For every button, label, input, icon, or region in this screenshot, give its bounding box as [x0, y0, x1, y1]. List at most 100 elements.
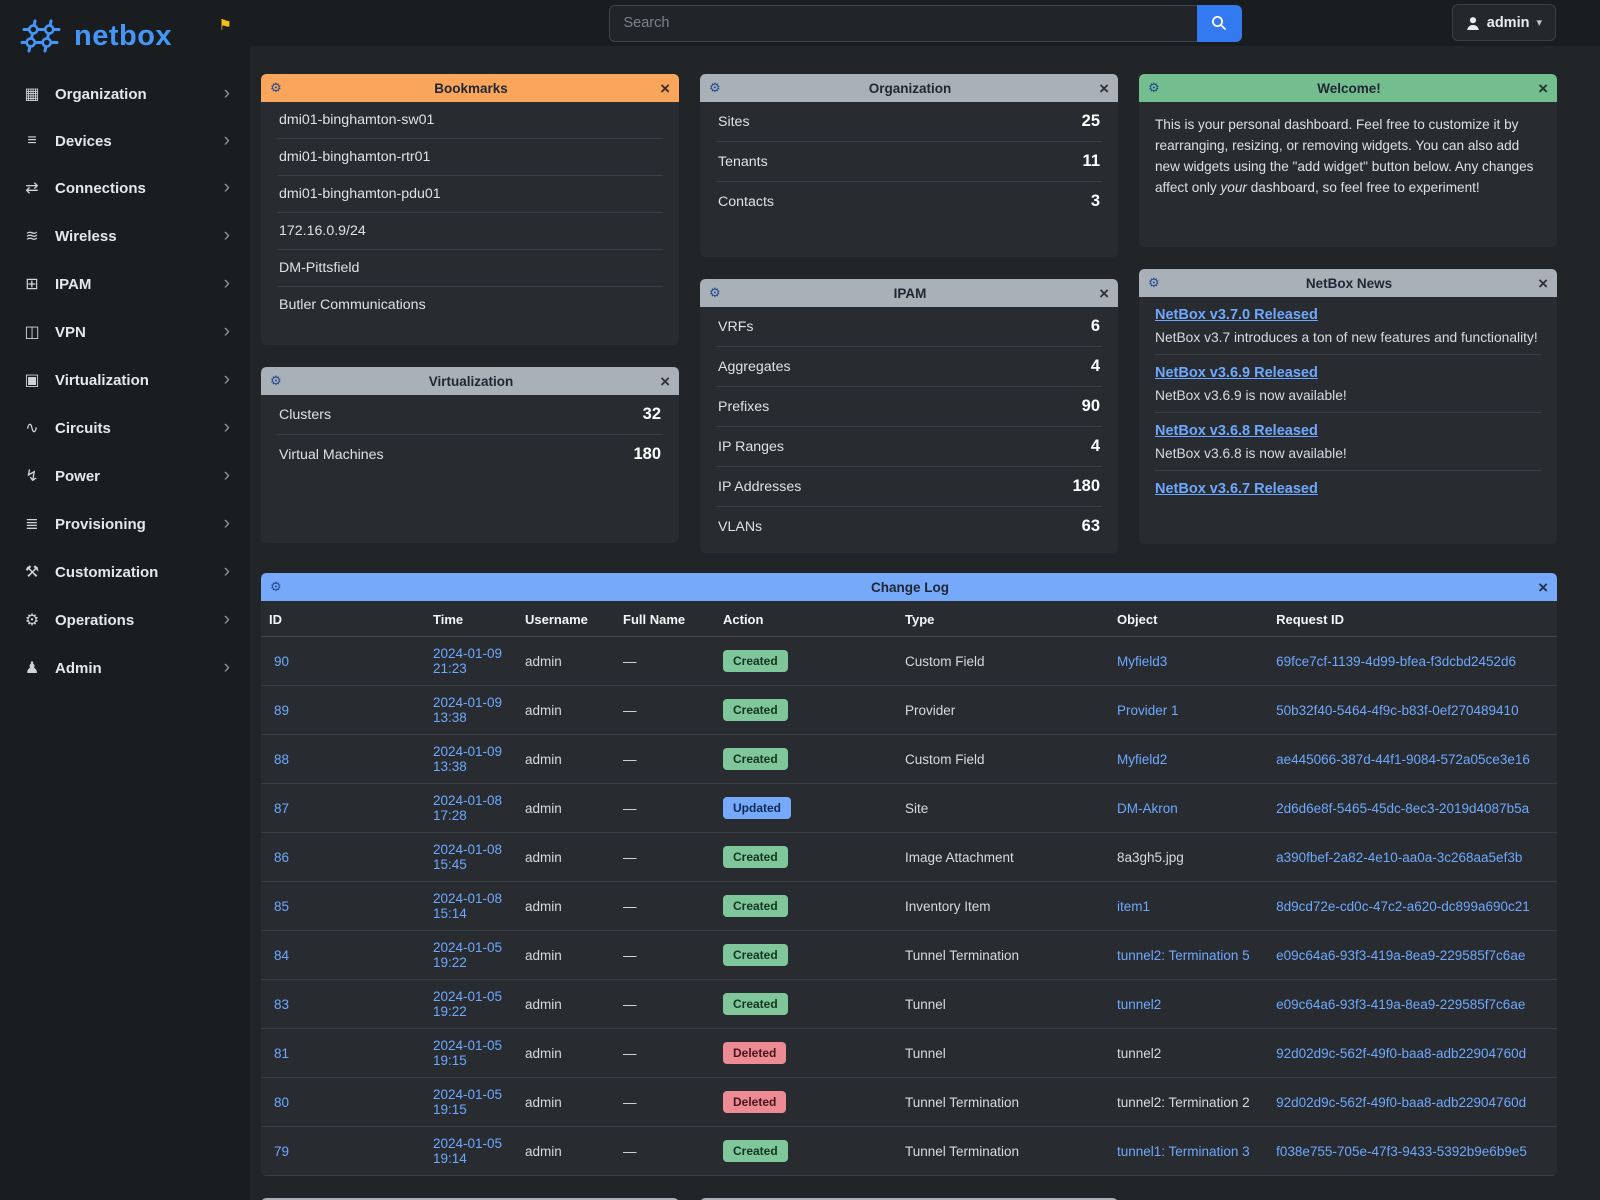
- gear-icon[interactable]: ⚙: [709, 80, 727, 96]
- gear-icon[interactable]: ⚙: [270, 373, 288, 389]
- gear-icon[interactable]: ⚙: [1148, 275, 1166, 291]
- changelog-id-link[interactable]: 83: [261, 980, 425, 1029]
- changelog-time-link[interactable]: 2024-01-05 19:15: [425, 1029, 517, 1078]
- stat-value[interactable]: 3: [1091, 192, 1100, 211]
- changelog-object-link[interactable]: tunnel1: Termination 3: [1109, 1127, 1268, 1176]
- sidebar-item-provisioning[interactable]: ≣ Provisioning ›: [0, 500, 250, 548]
- changelog-request-id-link[interactable]: 50b32f40-5464-4f9c-b83f-0ef270489410: [1268, 686, 1557, 735]
- stat-value[interactable]: 32: [643, 405, 661, 424]
- changelog-request-id-link[interactable]: e09c64a6-93f3-419a-8ea9-229585f7c6ae: [1268, 931, 1557, 980]
- bookmark-item[interactable]: 172.16.0.9/24: [277, 213, 663, 250]
- sidebar-item-power[interactable]: ↯ Power ›: [0, 452, 250, 500]
- search-button[interactable]: [1197, 5, 1242, 42]
- changelog-id-link[interactable]: 80: [261, 1078, 425, 1127]
- sidebar-item-vpn[interactable]: ◫ VPN ›: [0, 308, 250, 356]
- changelog-time-link[interactable]: 2024-01-09 13:38: [425, 735, 517, 784]
- changelog-request-id-link[interactable]: e09c64a6-93f3-419a-8ea9-229585f7c6ae: [1268, 980, 1557, 1029]
- changelog-id-link[interactable]: 88: [261, 735, 425, 784]
- changelog-object-link[interactable]: tunnel2: Termination 5: [1109, 931, 1268, 980]
- changelog-request-id-link[interactable]: 92d02d9c-562f-49f0-baa8-adb22904760d: [1268, 1029, 1557, 1078]
- changelog-time-link[interactable]: 2024-01-08 17:28: [425, 784, 517, 833]
- gear-icon[interactable]: ⚙: [709, 285, 727, 301]
- changelog-object-link[interactable]: DM-Akron: [1109, 784, 1268, 833]
- gear-icon[interactable]: ⚙: [270, 579, 288, 595]
- changelog-time-link[interactable]: 2024-01-08 15:14: [425, 882, 517, 931]
- sidebar-item-circuits[interactable]: ∿ Circuits ›: [0, 404, 250, 452]
- sidebar-item-customization[interactable]: ⚒ Customization ›: [0, 548, 250, 596]
- changelog-object-link[interactable]: tunnel2: [1109, 980, 1268, 1029]
- sidebar-item-connections[interactable]: ⇄ Connections ›: [0, 164, 250, 212]
- search-input[interactable]: [609, 5, 1197, 42]
- bookmark-item[interactable]: dmi01-binghamton-rtr01: [277, 139, 663, 176]
- news-headline-link[interactable]: NetBox v3.6.7 Released: [1155, 481, 1318, 497]
- changelog-object-link[interactable]: Provider 1: [1109, 686, 1268, 735]
- close-icon[interactable]: ×: [654, 373, 670, 390]
- widget-virtualization: ⚙ Virtualization × Clusters 32 Virtual M…: [261, 367, 679, 543]
- changelog-id-link[interactable]: 89: [261, 686, 425, 735]
- changelog-time-link[interactable]: 2024-01-08 15:45: [425, 833, 517, 882]
- news-headline-link[interactable]: NetBox v3.6.9 Released: [1155, 365, 1318, 381]
- sidebar-pin-icon[interactable]: ⚑: [219, 16, 232, 34]
- changelog-id-link[interactable]: 79: [261, 1127, 425, 1176]
- gear-icon[interactable]: ⚙: [1148, 80, 1166, 96]
- changelog-time-link[interactable]: 2024-01-09 13:38: [425, 686, 517, 735]
- close-icon[interactable]: ×: [1093, 80, 1109, 97]
- changelog-object-link[interactable]: tunnel2: [1109, 1029, 1268, 1078]
- sidebar-item-wireless[interactable]: ≋ Wireless ›: [0, 212, 250, 260]
- user-menu[interactable]: admin ▾: [1452, 4, 1556, 41]
- close-icon[interactable]: ×: [1532, 80, 1548, 97]
- changelog-id-link[interactable]: 90: [261, 637, 425, 686]
- sidebar-item-operations[interactable]: ⚙ Operations ›: [0, 596, 250, 644]
- bookmark-item[interactable]: Butler Communications: [277, 287, 663, 323]
- stat-value[interactable]: 90: [1082, 397, 1100, 416]
- netbox-logo[interactable]: netbox ⚑: [0, 0, 250, 70]
- bookmark-item[interactable]: DM-Pittsfield: [277, 250, 663, 287]
- changelog-request-id-link[interactable]: 69fce7cf-1139-4d99-bfea-f3dcbd2452d6: [1268, 637, 1557, 686]
- changelog-object-link[interactable]: item1: [1109, 882, 1268, 931]
- close-icon[interactable]: ×: [1532, 579, 1548, 596]
- gear-icon[interactable]: ⚙: [270, 80, 288, 96]
- changelog-object-link[interactable]: Myfield2: [1109, 735, 1268, 784]
- changelog-request-id-link[interactable]: 2d6d6e8f-5465-45dc-8ec3-2019d4087b5a: [1268, 784, 1557, 833]
- news-headline-link[interactable]: NetBox v3.6.8 Released: [1155, 423, 1318, 439]
- stat-value[interactable]: 180: [633, 445, 661, 464]
- changelog-id-link[interactable]: 86: [261, 833, 425, 882]
- changelog-id-link[interactable]: 84: [261, 931, 425, 980]
- close-icon[interactable]: ×: [1532, 275, 1548, 292]
- sidebar-item-virtualization[interactable]: ▣ Virtualization ›: [0, 356, 250, 404]
- changelog-id-link[interactable]: 81: [261, 1029, 425, 1078]
- sidebar-item-organization[interactable]: ▦ Organization ›: [0, 70, 250, 118]
- changelog-request-id-link[interactable]: a390fbef-2a82-4e10-aa0a-3c268aa5ef3b: [1268, 833, 1557, 882]
- changelog-id-link[interactable]: 87: [261, 784, 425, 833]
- changelog-time-link[interactable]: 2024-01-05 19:22: [425, 980, 517, 1029]
- stat-value[interactable]: 11: [1083, 152, 1100, 171]
- changelog-request-id-link[interactable]: 92d02d9c-562f-49f0-baa8-adb22904760d: [1268, 1078, 1557, 1127]
- changelog-request-id-link[interactable]: 8d9cd72e-cd0c-47c2-a620-dc899a690c21: [1268, 882, 1557, 931]
- stat-value[interactable]: 25: [1082, 112, 1100, 131]
- changelog-time-link[interactable]: 2024-01-05 19:22: [425, 931, 517, 980]
- bookmark-item[interactable]: dmi01-binghamton-pdu01: [277, 176, 663, 213]
- stat-value[interactable]: 6: [1091, 317, 1100, 336]
- changelog-action: Created: [715, 1127, 897, 1176]
- stat-value[interactable]: 63: [1082, 517, 1100, 536]
- changelog-request-id-link[interactable]: f038e755-705e-47f3-9433-5392b9e6b9e5: [1268, 1127, 1557, 1176]
- changelog-object-link[interactable]: tunnel2: Termination 2: [1109, 1078, 1268, 1127]
- news-headline-link[interactable]: NetBox v3.7.0 Released: [1155, 307, 1318, 323]
- changelog-time-link[interactable]: 2024-01-09 21:23: [425, 637, 517, 686]
- stat-value[interactable]: 180: [1072, 477, 1100, 496]
- close-icon[interactable]: ×: [654, 80, 670, 97]
- changelog-object-link[interactable]: Myfield3: [1109, 637, 1268, 686]
- changelog-time-link[interactable]: 2024-01-05 19:14: [425, 1127, 517, 1176]
- changelog-username: admin: [517, 1127, 615, 1176]
- sidebar-item-ipam[interactable]: ⊞ IPAM ›: [0, 260, 250, 308]
- changelog-request-id-link[interactable]: ae445066-387d-44f1-9084-572a05ce3e16: [1268, 735, 1557, 784]
- close-icon[interactable]: ×: [1093, 285, 1109, 302]
- changelog-object-link[interactable]: 8a3gh5.jpg: [1109, 833, 1268, 882]
- changelog-time-link[interactable]: 2024-01-05 19:15: [425, 1078, 517, 1127]
- sidebar-item-admin[interactable]: ♟ Admin ›: [0, 644, 250, 692]
- bookmark-item[interactable]: dmi01-binghamton-sw01: [277, 102, 663, 139]
- stat-value[interactable]: 4: [1091, 437, 1100, 456]
- sidebar-item-devices[interactable]: ≡ Devices ›: [0, 118, 250, 164]
- changelog-id-link[interactable]: 85: [261, 882, 425, 931]
- stat-value[interactable]: 4: [1091, 357, 1100, 376]
